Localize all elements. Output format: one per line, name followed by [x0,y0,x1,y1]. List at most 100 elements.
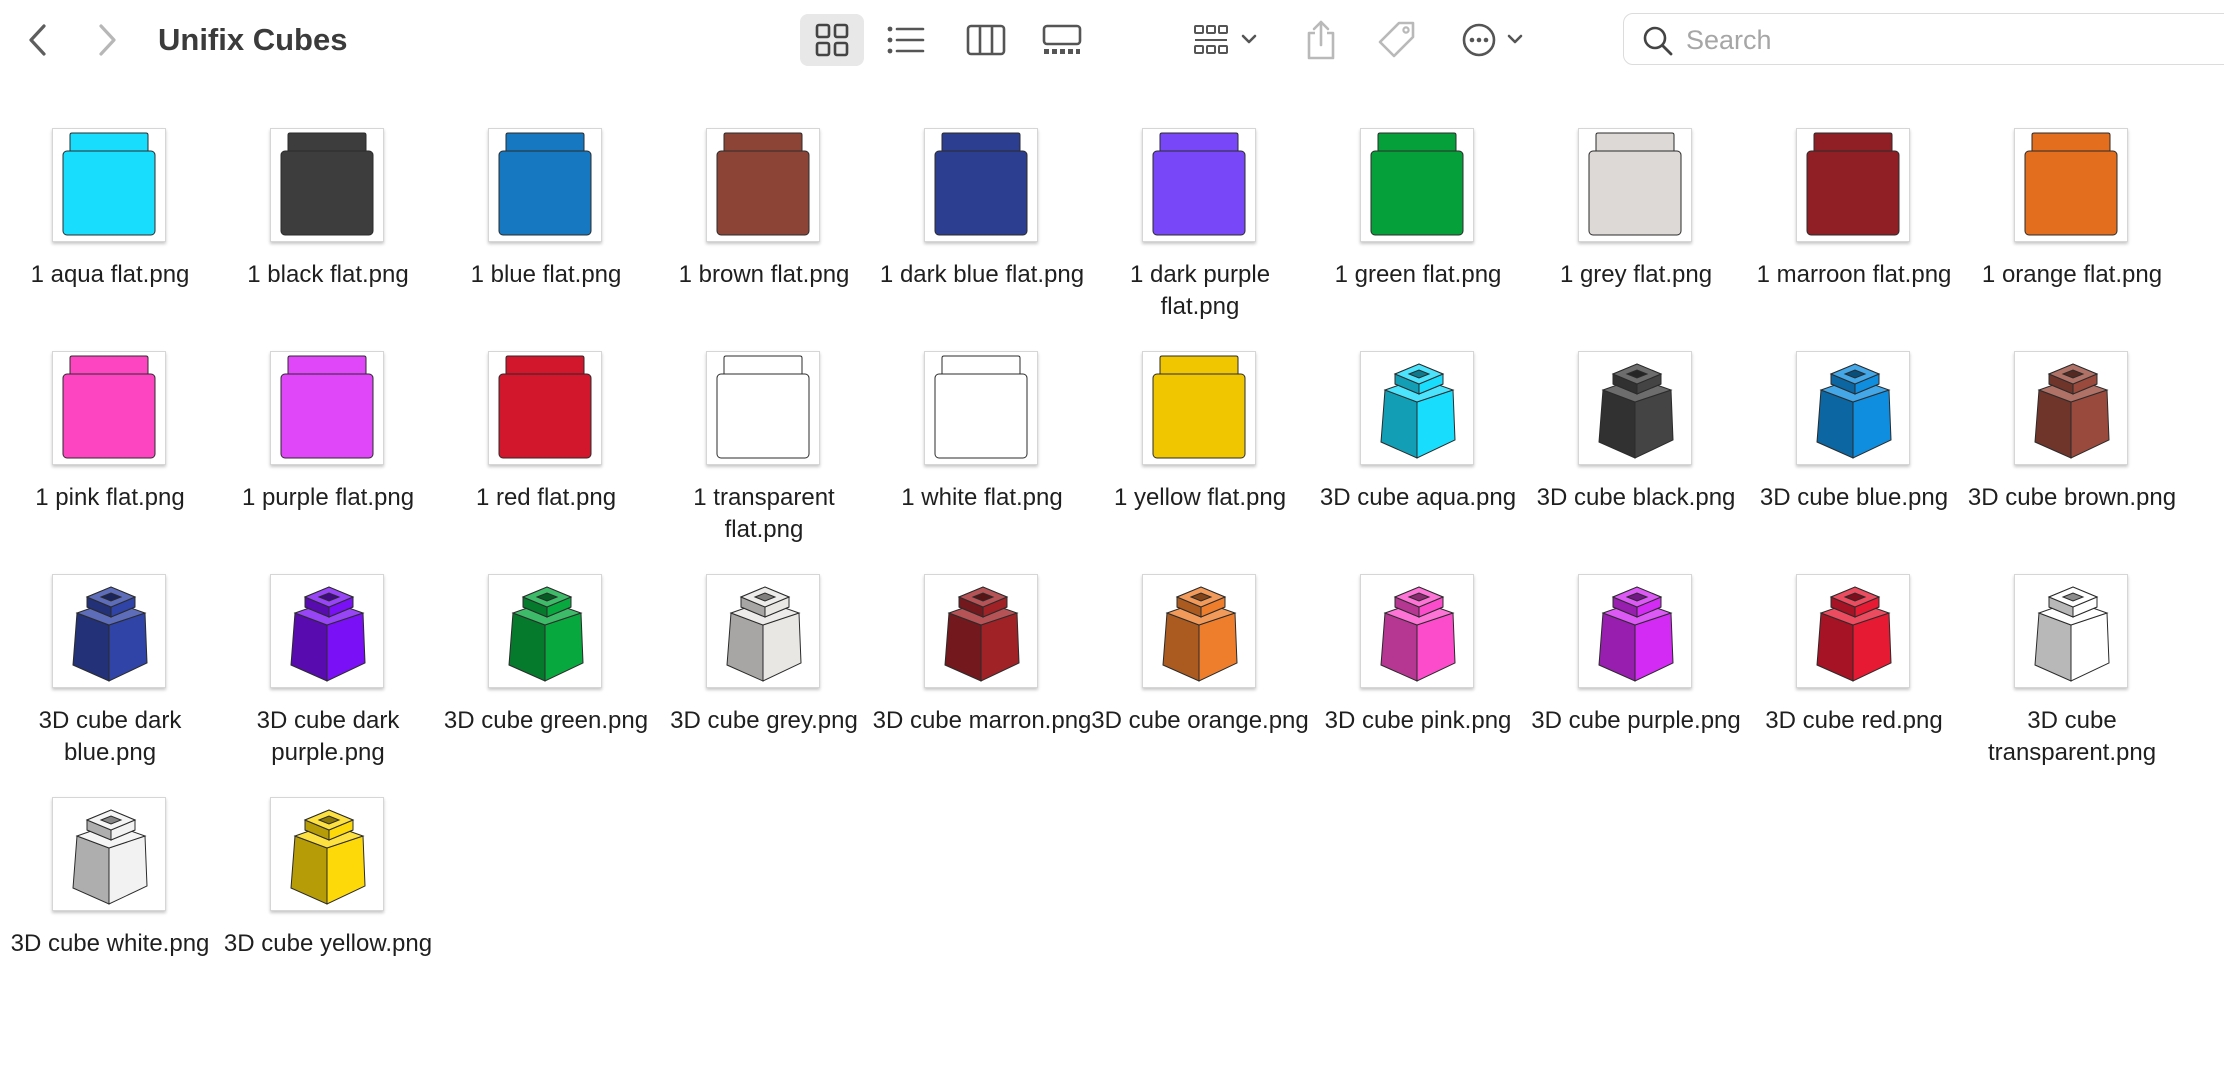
file-item[interactable]: 1 black flat.png [218,124,428,334]
more-actions-button[interactable] [1458,14,1530,66]
cube-3d-image [1380,586,1456,682]
file-thumbnail[interactable] [1796,574,1910,688]
file-thumbnail[interactable] [1578,351,1692,465]
share-button[interactable] [1300,14,1342,66]
file-name-label: 1 brown flat.png [678,261,850,288]
cube-3d-image [1816,363,1892,459]
file-item[interactable]: 3D cube black.png [1526,347,1736,557]
flat-cube-image [1152,132,1246,236]
file-name-label: 1 blue flat.png [470,261,622,288]
file-item[interactable]: 3D cube green.png [436,570,648,780]
file-item[interactable]: 3D cube red.png [1744,570,1954,780]
file-item[interactable]: 1 transparent flat.png [654,347,864,557]
file-item[interactable]: 1 green flat.png [1308,124,1518,334]
file-item[interactable]: 3D cube dark blue.png [0,570,210,780]
file-item[interactable]: 3D cube purple.png [1526,570,1741,780]
cube-3d-image [1598,586,1674,682]
file-thumbnail[interactable] [1360,128,1474,242]
file-thumbnail[interactable] [2014,351,2128,465]
file-item[interactable]: 3D cube yellow.png [218,793,432,1003]
file-thumbnail[interactable] [1142,351,1256,465]
file-thumbnail[interactable] [1360,351,1474,465]
file-item[interactable]: 1 white flat.png [872,347,1082,557]
file-name-label: 3D cube aqua.png [1319,484,1517,511]
file-item[interactable]: 1 dark purple flat.png [1090,124,1300,334]
file-thumbnail[interactable] [1142,128,1256,242]
file-item[interactable]: 1 pink flat.png [0,347,210,557]
file-name-label: 1 orange flat.png [1981,261,2163,288]
search-field[interactable] [1623,13,2224,65]
view-icons-button[interactable] [800,14,864,66]
file-thumbnail[interactable] [488,574,602,688]
cube-3d-image [2034,363,2110,459]
file-name-label: 3D cube transparent.png [1987,707,2157,766]
file-thumbnail[interactable] [1578,128,1692,242]
file-item[interactable]: 1 red flat.png [436,347,646,557]
file-thumbnail[interactable] [488,128,602,242]
search-input[interactable] [1684,20,2208,60]
file-item[interactable]: 1 dark blue flat.png [872,124,1084,334]
file-thumbnail[interactable] [706,351,820,465]
file-item[interactable]: 1 blue flat.png [436,124,646,334]
cube-3d-image [1380,363,1456,459]
file-item[interactable]: 3D cube orange.png [1090,570,1309,780]
file-thumbnail[interactable] [2014,574,2128,688]
file-thumbnail[interactable] [1142,574,1256,688]
file-item[interactable]: 1 grey flat.png [1526,124,1736,334]
file-item[interactable]: 3D cube transparent.png [1962,570,2172,780]
file-thumbnail[interactable] [52,574,166,688]
file-item[interactable]: 3D cube marron.png [872,570,1091,780]
file-item[interactable]: 3D cube blue.png [1744,347,1954,557]
file-thumbnail[interactable] [706,128,820,242]
ellipsis-circle-icon [1462,23,1523,57]
file-item[interactable]: 1 aqua flat.png [0,124,210,334]
file-item[interactable]: 3D cube pink.png [1308,570,1518,780]
file-thumbnail[interactable] [52,128,166,242]
file-thumbnail[interactable] [52,351,166,465]
file-thumbnail[interactable] [2014,128,2128,242]
file-item[interactable]: 3D cube aqua.png [1308,347,1518,557]
view-gallery-button[interactable] [1030,14,1094,66]
file-name-label: 1 black flat.png [247,261,409,288]
file-thumbnail[interactable] [1360,574,1474,688]
file-thumbnail[interactable] [924,574,1038,688]
file-thumbnail[interactable] [1796,351,1910,465]
flat-cube-image [280,355,374,459]
window-title: Unifix Cubes [158,22,348,57]
view-columns-button[interactable] [954,14,1018,66]
tags-button[interactable] [1374,14,1420,66]
file-thumbnail[interactable] [270,128,384,242]
file-item[interactable]: 1 purple flat.png [218,347,428,557]
file-name-label: 3D cube blue.png [1759,484,1949,511]
file-thumbnail[interactable] [706,574,820,688]
file-item[interactable]: 1 brown flat.png [654,124,864,334]
file-item[interactable]: 3D cube white.png [0,793,210,1003]
file-thumbnail[interactable] [270,797,384,911]
file-item[interactable]: 3D cube grey.png [654,570,864,780]
file-thumbnail[interactable] [924,351,1038,465]
file-name-label: 3D cube black.png [1536,484,1736,511]
file-item[interactable]: 1 marroon flat.png [1744,124,1954,334]
cube-3d-image [508,586,584,682]
file-thumbnail[interactable] [1578,574,1692,688]
list-view-icon [887,26,925,54]
file-item[interactable]: 1 orange flat.png [1962,124,2172,334]
file-thumbnail[interactable] [1796,128,1910,242]
group-by-button[interactable] [1186,14,1270,66]
file-item[interactable]: 1 yellow flat.png [1090,347,1300,557]
file-name-label: 3D cube purple.png [1531,707,1741,734]
cube-3d-image [1162,586,1238,682]
view-list-button[interactable] [874,14,938,66]
file-thumbnail[interactable] [488,351,602,465]
file-thumbnail[interactable] [270,351,384,465]
forward-button[interactable] [85,18,129,62]
file-item[interactable]: 3D cube dark purple.png [218,570,428,780]
file-name-label: 1 marroon flat.png [1756,261,1952,288]
file-item[interactable]: 3D cube brown.png [1962,347,2176,557]
back-button[interactable] [16,18,60,62]
file-thumbnail[interactable] [270,574,384,688]
file-thumbnail[interactable] [52,797,166,911]
tag-icon [1378,21,1415,58]
file-thumbnail[interactable] [924,128,1038,242]
flat-cube-image [934,355,1028,459]
